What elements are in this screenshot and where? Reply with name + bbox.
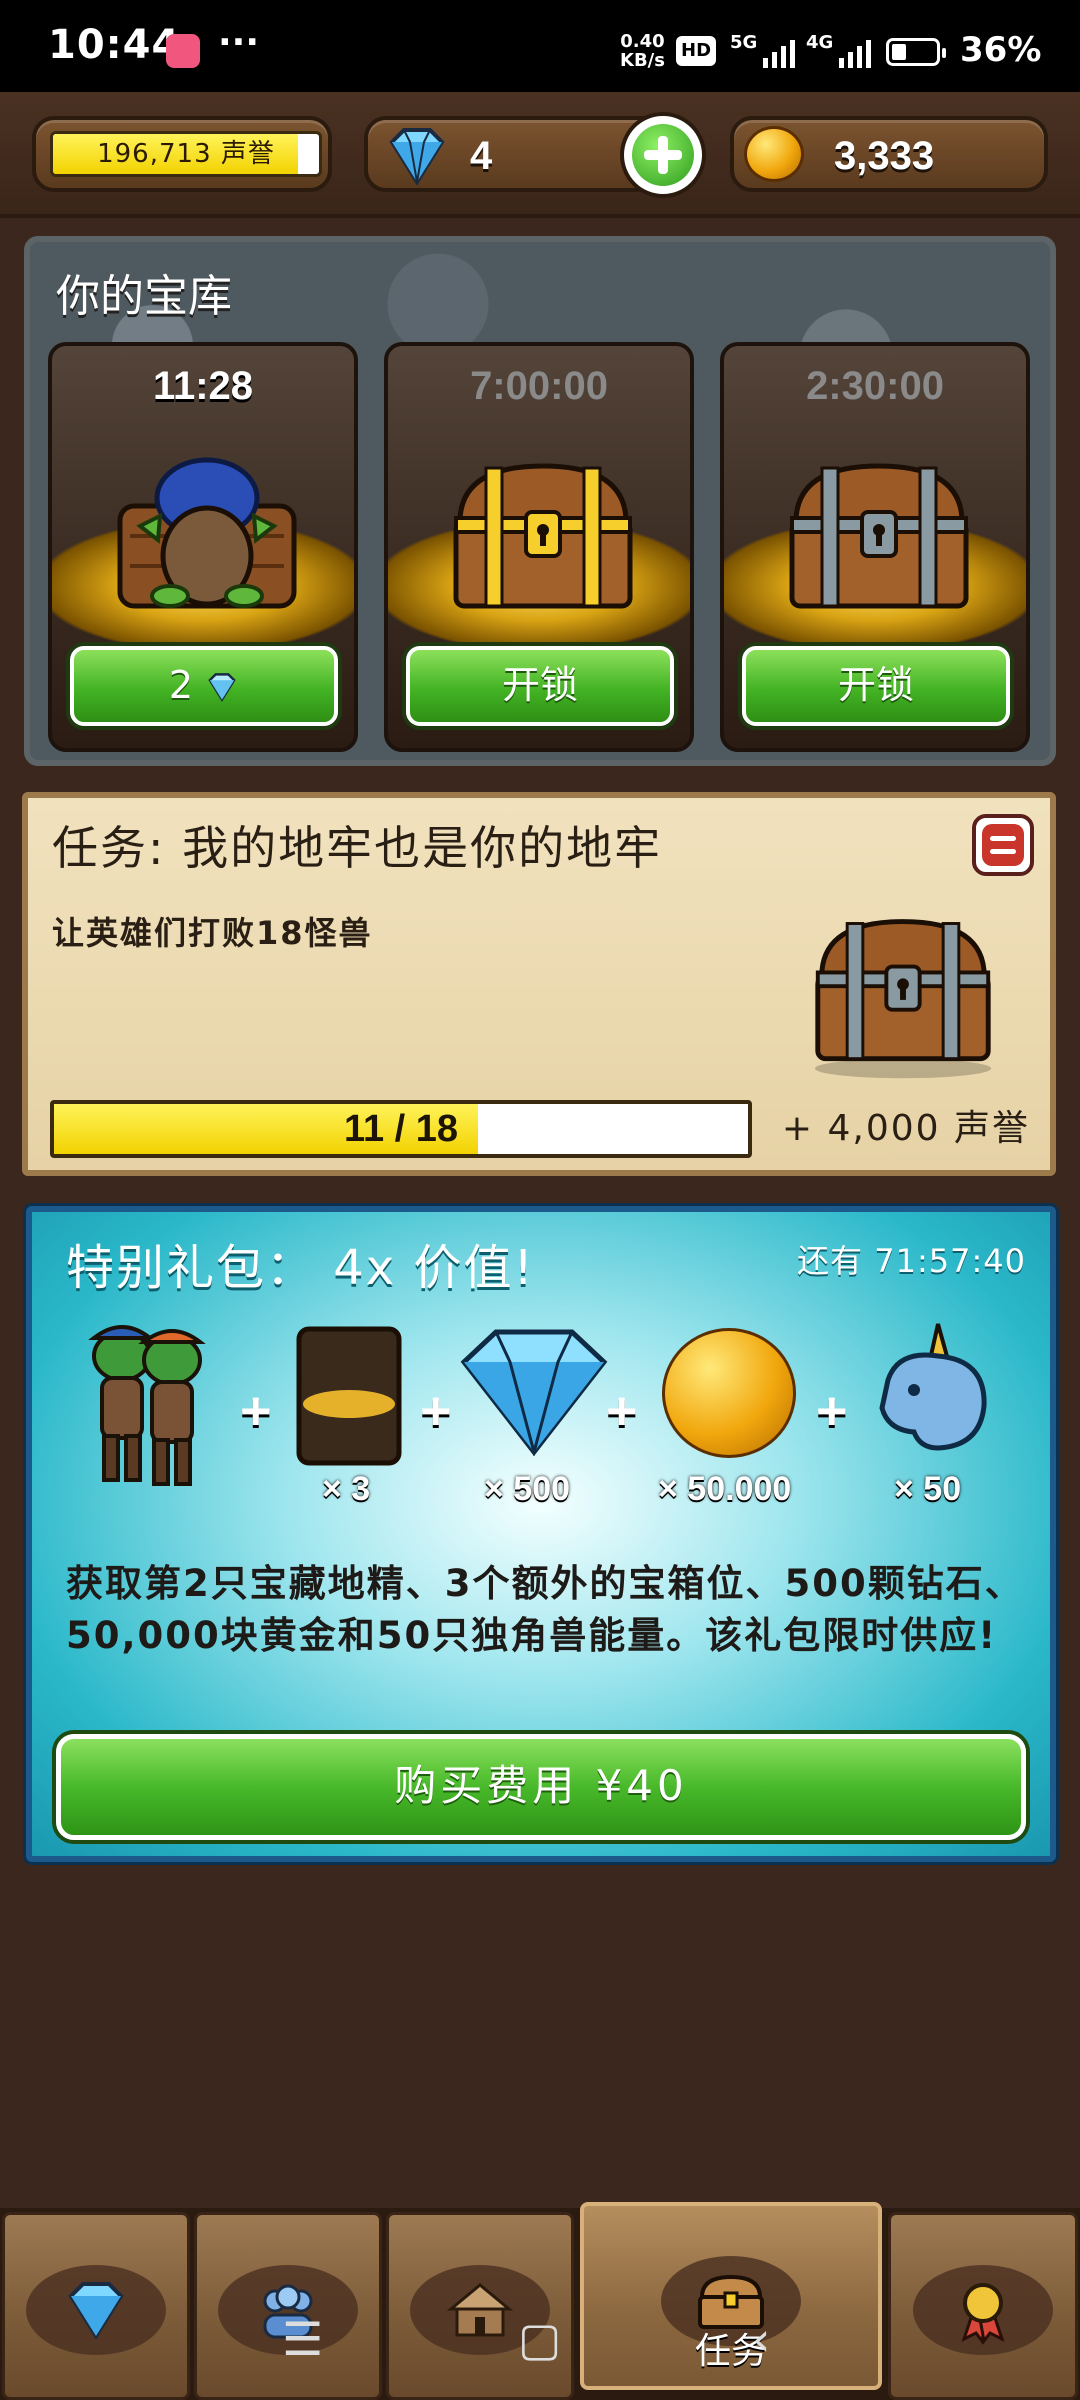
gold-count: 3,333 [834,134,935,178]
currency-bar: 196,713 声誉 4 3,333 [0,92,1080,218]
app-notification-icon [166,34,200,68]
nav-home-icon[interactable]: ▢ [518,2312,561,2366]
gold-qty: × 50.000 [658,1470,792,1508]
vault-slot-2[interactable]: 7:00:00 开锁 [384,342,694,752]
offer-description: 获取第2只宝藏地精、3个额外的宝箱位、500颗钻石、50,000块黄金和50只独… [66,1562,1024,1657]
quest-progress-bar: 11 / 18 [50,1100,752,1158]
tab-dungeon[interactable] [386,2212,574,2400]
vault-slot-3[interactable]: 2:30:00 开锁 [720,342,1030,752]
unicorn-qty: × 50 [894,1470,962,1508]
status-time: 10:44 [48,22,181,68]
network-speed-value: 0.40 [620,31,665,52]
signal-4g-icon: 4G [806,32,872,68]
gold-chest-icon [453,463,633,609]
vault-title: 你的宝库 [56,271,232,322]
quest-panel: 任务: 我的地牢也是你的地牢 让英雄们打败18怪兽 11 / 18 + 4,00… [22,792,1056,1176]
gem-icon [208,673,236,702]
battery-percent: 36% [960,30,1042,70]
gold-coin-icon [662,1328,796,1458]
slot-2-timer: 7:00:00 [470,364,608,408]
network-speed: 0.40 KB/s [620,32,665,70]
plus-icon [632,124,694,186]
signal-5g-icon: 5G [730,32,796,68]
quest-reward-chest-icon [814,919,992,1079]
gems-count: 4 [470,134,493,178]
nav-back-icon[interactable]: ‹ [752,2312,770,2366]
chest-slot-card-icon [296,1326,402,1466]
gem-icon [389,128,445,186]
special-offer-panel: 特别礼包： 4x 价值! 还有 71:57:40 + × 3 + × 500 +… [26,1206,1056,1862]
bottom-tab-bar: 任务 [0,2202,1080,2400]
plus-sign: + [816,1381,848,1441]
network-speed-unit: KB/s [620,50,665,71]
quest-progress-text: 11 / 18 [343,1108,459,1150]
plus-sign: + [420,1381,452,1441]
swap-icon [982,824,1024,866]
plus-sign: + [240,1381,272,1441]
quest-title: 任务: 我的地牢也是你的地牢 [52,821,663,875]
speedup-cost: 2 [168,663,194,707]
speedup-gems-button[interactable]: 2 [70,646,338,726]
vault-slot-1[interactable]: 11:28 2 [48,342,358,752]
swap-quest-button[interactable] [972,814,1034,876]
battery-icon [886,38,946,66]
gem-icon [68,2282,124,2340]
reputation-value: 196,713 声誉 [97,139,275,169]
tab-achievements[interactable] [888,2212,1078,2400]
gem-icon [460,1329,608,1456]
unlock-button[interactable]: 开锁 [742,646,1010,726]
unicorn-icon [879,1323,987,1451]
tab-heroes[interactable] [194,2212,382,2400]
more-notifications-icon: ··· [218,22,260,63]
quest-description: 让英雄们打败18怪兽 [52,914,373,952]
iron-chest-icon [789,463,969,609]
gold-coin-icon [744,126,804,182]
status-bar: 10:44 ··· 0.40 KB/s HD 5G 4G 36% [0,0,1080,92]
tab-quest-label: 任务 [694,2331,767,2372]
signal-4g-label: 4G [806,32,834,53]
chest-slot-qty: × 3 [322,1470,371,1508]
vault-panel: 你的宝库 11:28 2 7:00:00 开锁 2:30:00 开锁 [24,236,1056,766]
offer-timer: 还有 71:57:40 [797,1242,1026,1280]
tab-shop[interactable] [2,2212,190,2400]
goblin-chest-icon [117,457,297,609]
reputation-pill: 196,713 声誉 [32,116,332,192]
dungeon-icon [446,2283,514,2337]
nav-menu-icon[interactable]: ☰ [282,2312,323,2366]
goblins-icon [88,1325,206,1486]
gems-qty: × 500 [484,1470,571,1508]
add-gems-button[interactable] [620,112,706,198]
hd-voice-icon: HD [676,36,717,66]
quest-reward: + 4,000 声誉 [781,1108,1030,1149]
unlock-button[interactable]: 开锁 [406,646,674,726]
plus-sign: + [606,1381,638,1441]
signal-5g-label: 5G [730,32,758,53]
slot-3-timer: 2:30:00 [806,364,944,408]
medal-icon [961,2283,1005,2345]
slot-1-timer: 11:28 [152,364,254,408]
reputation-bar: 196,713 声誉 [50,131,322,177]
buy-button[interactable]: 购买费用 ¥40 [56,1734,1026,1840]
gold-pill: 3,333 [730,116,1048,192]
offer-title: 特别礼包： 4x 价值! [66,1240,535,1296]
tab-quest[interactable]: 任务 [580,2202,882,2390]
